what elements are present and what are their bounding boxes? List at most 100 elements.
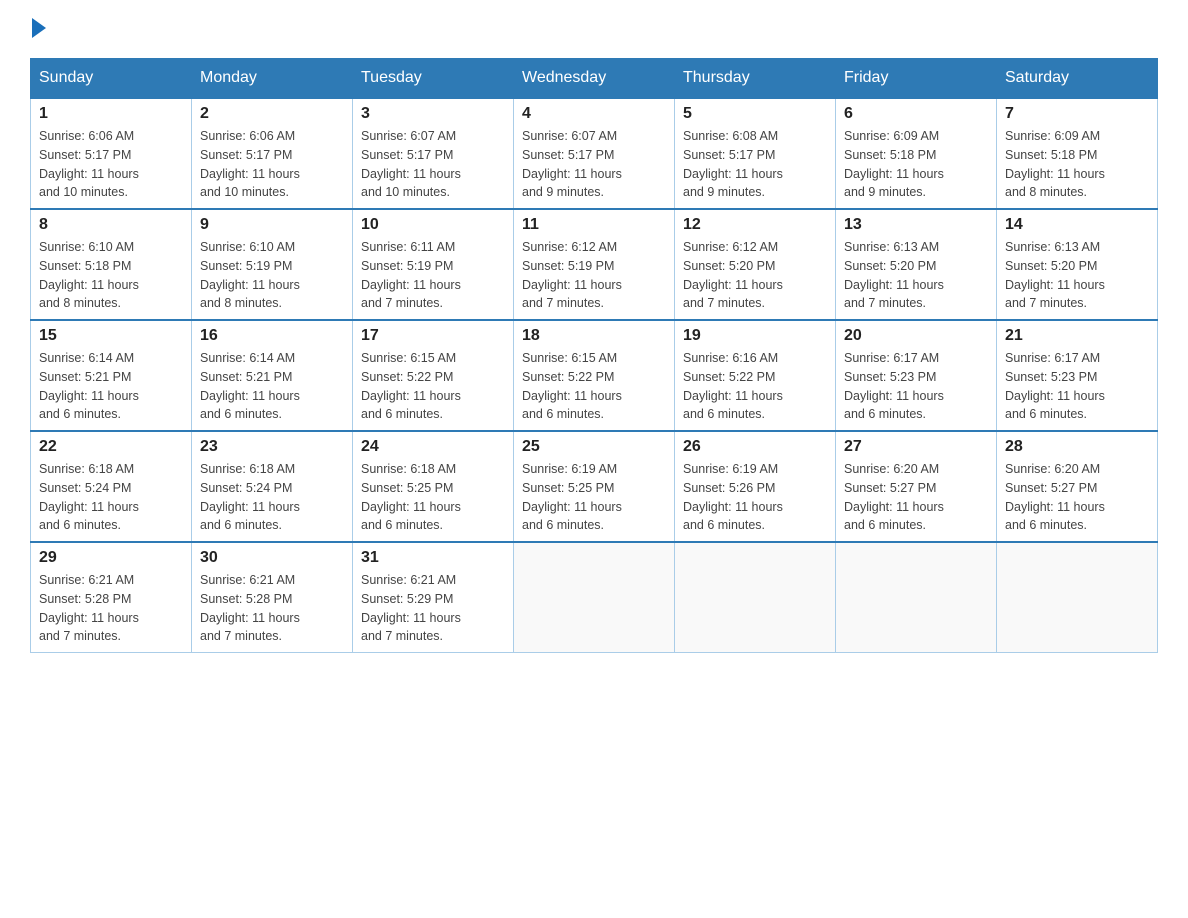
calendar-cell: 2 Sunrise: 6:06 AMSunset: 5:17 PMDaylight…	[192, 98, 353, 209]
day-number: 9	[200, 216, 344, 234]
calendar-cell: 28 Sunrise: 6:20 AMSunset: 5:27 PMDayligh…	[997, 431, 1158, 542]
day-number: 8	[39, 216, 183, 234]
day-info: Sunrise: 6:06 AMSunset: 5:17 PMDaylight:…	[200, 127, 344, 202]
calendar-cell: 22Sunrise: 6:18 AMSunset: 5:24 PMDayligh…	[31, 431, 192, 542]
day-info: Sunrise: 6:19 AMSunset: 5:26 PMDaylight:…	[683, 460, 827, 535]
day-number: 21	[1005, 327, 1149, 345]
day-info: Sunrise: 6:18 AMSunset: 5:24 PMDaylight:…	[39, 460, 183, 535]
day-number: 18	[522, 327, 666, 345]
day-info: Sunrise: 6:19 AMSunset: 5:25 PMDaylight:…	[522, 460, 666, 535]
calendar-cell: 3 Sunrise: 6:07 AMSunset: 5:17 PMDaylight…	[353, 98, 514, 209]
day-number: 23	[200, 438, 344, 456]
calendar-cell: 13Sunrise: 6:13 AMSunset: 5:20 PMDayligh…	[836, 209, 997, 320]
calendar-cell	[514, 542, 675, 653]
calendar-cell: 30 Sunrise: 6:21 AMSunset: 5:28 PMDayligh…	[192, 542, 353, 653]
calendar-cell: 15 Sunrise: 6:14 AMSunset: 5:21 PMDayligh…	[31, 320, 192, 431]
day-number: 1	[39, 105, 183, 123]
day-info: Sunrise: 6:21 AMSunset: 5:28 PMDaylight:…	[39, 571, 183, 646]
header-monday: Monday	[192, 59, 353, 99]
day-number: 20	[844, 327, 988, 345]
calendar-cell: 27 Sunrise: 6:20 AMSunset: 5:27 PMDayligh…	[836, 431, 997, 542]
day-number: 11	[522, 216, 666, 234]
day-info: Sunrise: 6:15 AMSunset: 5:22 PMDaylight:…	[361, 349, 505, 424]
day-number: 25	[522, 438, 666, 456]
day-number: 27	[844, 438, 988, 456]
day-info: Sunrise: 6:09 AMSunset: 5:18 PMDaylight:…	[844, 127, 988, 202]
calendar-cell: 12Sunrise: 6:12 AMSunset: 5:20 PMDayligh…	[675, 209, 836, 320]
day-number: 26	[683, 438, 827, 456]
day-info: Sunrise: 6:07 AMSunset: 5:17 PMDaylight:…	[361, 127, 505, 202]
logo	[30, 20, 46, 38]
calendar-cell: 31 Sunrise: 6:21 AMSunset: 5:29 PMDayligh…	[353, 542, 514, 653]
day-number: 19	[683, 327, 827, 345]
day-info: Sunrise: 6:12 AMSunset: 5:19 PMDaylight:…	[522, 238, 666, 313]
week-row-2: 8 Sunrise: 6:10 AMSunset: 5:18 PMDaylight…	[31, 209, 1158, 320]
calendar-cell: 7 Sunrise: 6:09 AMSunset: 5:18 PMDaylight…	[997, 98, 1158, 209]
header-tuesday: Tuesday	[353, 59, 514, 99]
day-info: Sunrise: 6:21 AMSunset: 5:28 PMDaylight:…	[200, 571, 344, 646]
header-row: SundayMondayTuesdayWednesdayThursdayFrid…	[31, 59, 1158, 99]
week-row-5: 29 Sunrise: 6:21 AMSunset: 5:28 PMDayligh…	[31, 542, 1158, 653]
calendar-cell	[836, 542, 997, 653]
day-info: Sunrise: 6:20 AMSunset: 5:27 PMDaylight:…	[844, 460, 988, 535]
day-number: 31	[361, 549, 505, 567]
day-info: Sunrise: 6:14 AMSunset: 5:21 PMDaylight:…	[39, 349, 183, 424]
day-info: Sunrise: 6:10 AMSunset: 5:18 PMDaylight:…	[39, 238, 183, 313]
calendar-cell: 6Sunrise: 6:09 AMSunset: 5:18 PMDaylight…	[836, 98, 997, 209]
day-number: 2	[200, 105, 344, 123]
day-number: 28	[1005, 438, 1149, 456]
day-info: Sunrise: 6:15 AMSunset: 5:22 PMDaylight:…	[522, 349, 666, 424]
calendar-cell: 1 Sunrise: 6:06 AMSunset: 5:17 PMDaylight…	[31, 98, 192, 209]
day-info: Sunrise: 6:12 AMSunset: 5:20 PMDaylight:…	[683, 238, 827, 313]
day-number: 13	[844, 216, 988, 234]
day-number: 17	[361, 327, 505, 345]
day-info: Sunrise: 6:18 AMSunset: 5:25 PMDaylight:…	[361, 460, 505, 535]
calendar-table: SundayMondayTuesdayWednesdayThursdayFrid…	[30, 58, 1158, 653]
day-info: Sunrise: 6:10 AMSunset: 5:19 PMDaylight:…	[200, 238, 344, 313]
calendar-cell	[997, 542, 1158, 653]
week-row-1: 1 Sunrise: 6:06 AMSunset: 5:17 PMDaylight…	[31, 98, 1158, 209]
day-info: Sunrise: 6:20 AMSunset: 5:27 PMDaylight:…	[1005, 460, 1149, 535]
logo-arrow-icon	[32, 18, 46, 38]
day-number: 30	[200, 549, 344, 567]
day-info: Sunrise: 6:09 AMSunset: 5:18 PMDaylight:…	[1005, 127, 1149, 202]
day-number: 10	[361, 216, 505, 234]
calendar-cell: 26 Sunrise: 6:19 AMSunset: 5:26 PMDayligh…	[675, 431, 836, 542]
calendar-cell: 17 Sunrise: 6:15 AMSunset: 5:22 PMDayligh…	[353, 320, 514, 431]
header-saturday: Saturday	[997, 59, 1158, 99]
header-thursday: Thursday	[675, 59, 836, 99]
day-info: Sunrise: 6:21 AMSunset: 5:29 PMDaylight:…	[361, 571, 505, 646]
day-number: 15	[39, 327, 183, 345]
calendar-cell: 23 Sunrise: 6:18 AMSunset: 5:24 PMDayligh…	[192, 431, 353, 542]
day-info: Sunrise: 6:16 AMSunset: 5:22 PMDaylight:…	[683, 349, 827, 424]
day-number: 3	[361, 105, 505, 123]
calendar-cell: 10 Sunrise: 6:11 AMSunset: 5:19 PMDayligh…	[353, 209, 514, 320]
day-info: Sunrise: 6:18 AMSunset: 5:24 PMDaylight:…	[200, 460, 344, 535]
calendar-cell: 4Sunrise: 6:07 AMSunset: 5:17 PMDaylight…	[514, 98, 675, 209]
day-info: Sunrise: 6:08 AMSunset: 5:17 PMDaylight:…	[683, 127, 827, 202]
day-number: 16	[200, 327, 344, 345]
day-info: Sunrise: 6:07 AMSunset: 5:17 PMDaylight:…	[522, 127, 666, 202]
calendar-cell: 29 Sunrise: 6:21 AMSunset: 5:28 PMDayligh…	[31, 542, 192, 653]
day-number: 7	[1005, 105, 1149, 123]
calendar-cell: 16Sunrise: 6:14 AMSunset: 5:21 PMDayligh…	[192, 320, 353, 431]
calendar-cell: 20Sunrise: 6:17 AMSunset: 5:23 PMDayligh…	[836, 320, 997, 431]
calendar-cell: 9 Sunrise: 6:10 AMSunset: 5:19 PMDaylight…	[192, 209, 353, 320]
week-row-3: 15 Sunrise: 6:14 AMSunset: 5:21 PMDayligh…	[31, 320, 1158, 431]
header-wednesday: Wednesday	[514, 59, 675, 99]
calendar-cell: 11 Sunrise: 6:12 AMSunset: 5:19 PMDayligh…	[514, 209, 675, 320]
calendar-cell: 18 Sunrise: 6:15 AMSunset: 5:22 PMDayligh…	[514, 320, 675, 431]
calendar-cell: 21Sunrise: 6:17 AMSunset: 5:23 PMDayligh…	[997, 320, 1158, 431]
day-number: 24	[361, 438, 505, 456]
calendar-cell: 19 Sunrise: 6:16 AMSunset: 5:22 PMDayligh…	[675, 320, 836, 431]
day-number: 29	[39, 549, 183, 567]
day-info: Sunrise: 6:06 AMSunset: 5:17 PMDaylight:…	[39, 127, 183, 202]
header-sunday: Sunday	[31, 59, 192, 99]
calendar-cell	[675, 542, 836, 653]
page-header	[30, 20, 1158, 38]
calendar-cell: 25 Sunrise: 6:19 AMSunset: 5:25 PMDayligh…	[514, 431, 675, 542]
day-info: Sunrise: 6:13 AMSunset: 5:20 PMDaylight:…	[1005, 238, 1149, 313]
day-info: Sunrise: 6:11 AMSunset: 5:19 PMDaylight:…	[361, 238, 505, 313]
calendar-cell: 5Sunrise: 6:08 AMSunset: 5:17 PMDaylight…	[675, 98, 836, 209]
calendar-cell: 14Sunrise: 6:13 AMSunset: 5:20 PMDayligh…	[997, 209, 1158, 320]
